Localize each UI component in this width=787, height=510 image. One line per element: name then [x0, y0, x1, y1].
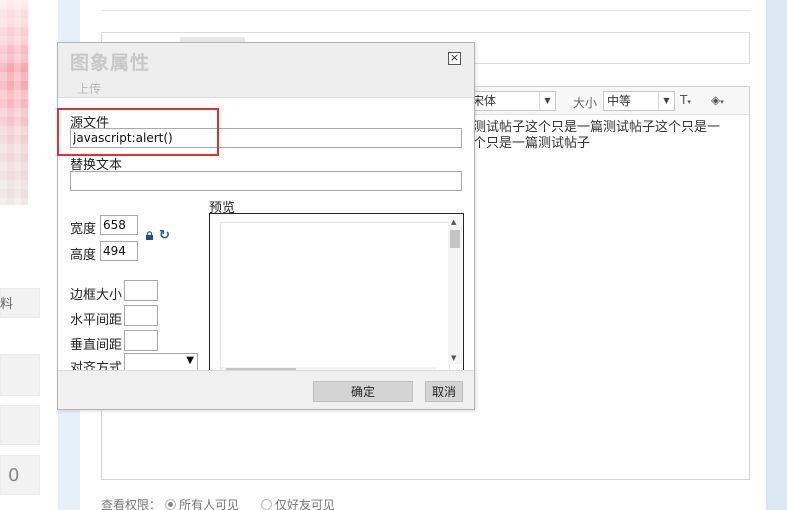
radio-friends[interactable] — [260, 499, 272, 510]
vspace-label: 垂直间距 — [70, 338, 123, 353]
font-family-select[interactable]: 宋体 ▼ — [468, 91, 556, 111]
side-count: 0 — [8, 465, 20, 486]
ok-button[interactable]: 确定 — [313, 381, 413, 402]
font-size-value: 中等 — [607, 94, 632, 108]
chevron-down-icon: ▼ — [186, 355, 194, 366]
align-select[interactable]: ▼ — [124, 353, 198, 370]
divider — [101, 10, 750, 11]
align-label: 对齐方式 — [70, 361, 123, 370]
radio-all-label: 所有人可见 — [179, 498, 240, 510]
left-panel: 料 0 — [0, 0, 57, 510]
highlight-annotation — [57, 108, 219, 156]
tab-upload[interactable]: 上传 — [77, 80, 101, 97]
border-size-input[interactable] — [124, 280, 158, 301]
chevron-down-icon: ▼ — [658, 92, 674, 110]
close-icon[interactable]: × — [448, 52, 461, 65]
font-size-select[interactable]: 中等 ▼ — [603, 91, 675, 111]
radio-friends-label: 仅好友可见 — [274, 498, 335, 510]
dialog-title: 图象属性 — [70, 52, 151, 74]
lock-icon[interactable] — [145, 231, 154, 240]
vertical-scrollbar[interactable]: ▲ ▼ — [448, 216, 462, 364]
radio-all[interactable] — [165, 499, 177, 510]
font-size-label: 大小 — [573, 96, 598, 110]
permission-row: 查看权限： 所有人可见 仅好友可见 — [101, 496, 335, 510]
reset-size-icon[interactable]: ↻ — [159, 229, 170, 242]
alt-text-input[interactable] — [70, 171, 462, 191]
width-label: 宽度 — [70, 222, 97, 237]
scroll-up-icon[interactable]: ▲ — [451, 218, 456, 226]
dialog-footer: 确定 取消 — [58, 370, 474, 409]
side-stat-box — [0, 354, 40, 396]
permission-label: 查看权限： — [101, 498, 162, 510]
width-input[interactable]: 658 — [100, 215, 138, 235]
side-stat-box — [0, 455, 40, 495]
preview-frame — [220, 222, 450, 370]
border-size-label: 边框大小 — [70, 288, 123, 303]
avatar-image — [0, 0, 28, 205]
scroll-thumb[interactable] — [450, 230, 460, 248]
chevron-down-icon: ▼ — [539, 92, 555, 110]
cancel-button[interactable]: 取消 — [425, 381, 463, 402]
vspace-input[interactable] — [124, 330, 158, 351]
text-color-icon[interactable]: T▾ — [680, 93, 691, 107]
background-color-icon[interactable]: ◈▾ — [711, 93, 724, 107]
hspace-label: 水平间距 — [70, 313, 123, 328]
image-properties-dialog: 图象属性 × 上传 源文件 javascript:alert() 替换文本 宽度… — [57, 42, 475, 410]
scroll-down-icon[interactable]: ▼ — [451, 354, 456, 362]
preview-area: ▲ ▼ — [209, 213, 464, 370]
side-stat-box — [0, 405, 40, 445]
height-input[interactable]: 494 — [100, 241, 138, 261]
side-menu-label: 料 — [0, 297, 14, 312]
page-gutter — [766, 0, 787, 510]
hspace-input[interactable] — [124, 305, 158, 326]
height-label: 高度 — [70, 248, 97, 263]
dialog-header[interactable]: 图象属性 × 上传 — [58, 43, 474, 97]
font-family-value: 宋体 — [472, 94, 497, 108]
